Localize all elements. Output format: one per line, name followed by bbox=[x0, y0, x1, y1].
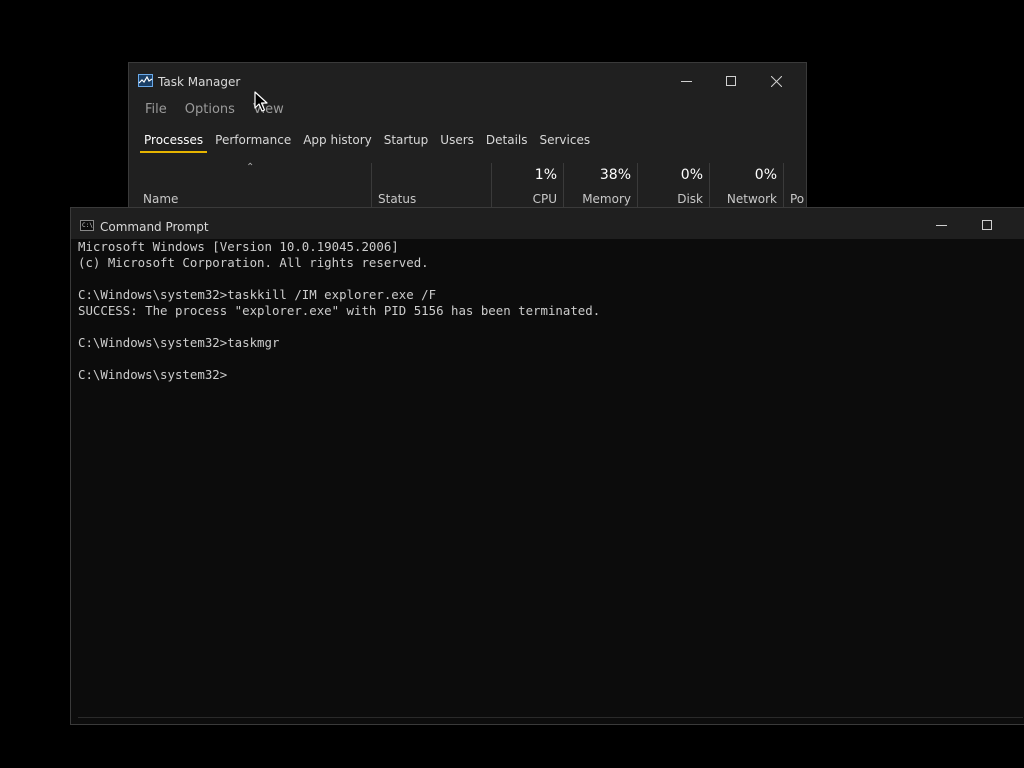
console-line: ​ bbox=[78, 351, 1023, 367]
console-line: ​ bbox=[78, 271, 1023, 287]
task-manager-icon bbox=[138, 74, 153, 87]
mouse-cursor-icon bbox=[254, 91, 268, 112]
window-title: Task Manager bbox=[158, 75, 241, 89]
menu-bar: File Options View bbox=[139, 102, 296, 117]
window-divider bbox=[78, 717, 1023, 718]
command-prompt-titlebar[interactable]: C:\ Command Prompt bbox=[71, 208, 1024, 239]
console-line: Microsoft Windows [Version 10.0.19045.20… bbox=[78, 239, 399, 254]
console-line: (c) Microsoft Corporation. All rights re… bbox=[78, 255, 429, 270]
tab-startup[interactable]: Startup bbox=[380, 133, 433, 151]
close-icon bbox=[770, 75, 782, 87]
column-header-status[interactable]: Status bbox=[371, 163, 491, 209]
console-line: C:\Windows\system32>taskmgr bbox=[78, 335, 280, 350]
column-label: Status bbox=[378, 192, 417, 206]
tab-app-history[interactable]: App history bbox=[299, 133, 376, 151]
disk-percent: 0% bbox=[680, 167, 703, 183]
memory-percent: 38% bbox=[599, 167, 631, 183]
console-line: SUCCESS: The process "explorer.exe" with… bbox=[78, 303, 601, 318]
command-prompt-window[interactable]: C:\ Command Prompt Microsoft Windows [Ve… bbox=[70, 207, 1024, 725]
maximize-icon bbox=[726, 76, 736, 86]
window-title: Command Prompt bbox=[100, 220, 209, 234]
menu-file[interactable]: File bbox=[139, 102, 173, 117]
minimize-button[interactable] bbox=[919, 209, 963, 241]
column-header-name[interactable]: Name bbox=[143, 163, 371, 209]
tab-details[interactable]: Details bbox=[482, 133, 532, 151]
tab-services[interactable]: Services bbox=[536, 133, 595, 151]
console-line: C:\Windows\system32> bbox=[78, 367, 228, 382]
console-output[interactable]: Microsoft Windows [Version 10.0.19045.20… bbox=[78, 239, 1023, 717]
tab-users[interactable]: Users bbox=[436, 133, 478, 151]
column-header-network[interactable]: 0% Network bbox=[709, 163, 783, 209]
column-label: Name bbox=[143, 192, 179, 206]
tab-processes[interactable]: Processes bbox=[140, 133, 208, 153]
column-header-disk[interactable]: 0% Disk bbox=[637, 163, 709, 209]
console-line: C:\Windows\system32>taskkill /IM explore… bbox=[78, 287, 437, 302]
column-header-cpu[interactable]: 1% CPU bbox=[491, 163, 563, 209]
column-label: Memory bbox=[582, 192, 631, 206]
column-header-power[interactable]: Po bbox=[783, 163, 807, 209]
task-manager-window[interactable]: Task Manager File Options View Processes… bbox=[128, 62, 807, 209]
close-button[interactable] bbox=[754, 65, 798, 97]
minimize-icon bbox=[680, 80, 692, 82]
menu-options[interactable]: Options bbox=[179, 102, 241, 117]
network-percent: 0% bbox=[754, 167, 777, 183]
column-label: Network bbox=[726, 192, 777, 206]
tab-performance[interactable]: Performance bbox=[211, 133, 295, 151]
minimize-button[interactable] bbox=[664, 65, 708, 97]
column-header-memory[interactable]: 38% Memory bbox=[563, 163, 637, 209]
column-label: CPU bbox=[532, 192, 557, 206]
maximize-button[interactable] bbox=[965, 209, 1009, 241]
cpu-percent: 1% bbox=[534, 167, 557, 183]
maximize-icon bbox=[982, 220, 992, 230]
minimize-icon bbox=[935, 224, 947, 226]
cmd-icon: C:\ bbox=[80, 220, 94, 231]
task-manager-titlebar[interactable]: Task Manager bbox=[129, 63, 806, 99]
column-label: Po bbox=[790, 192, 805, 206]
column-label: Disk bbox=[677, 192, 703, 206]
tab-bar: Processes Performance App history Startu… bbox=[140, 133, 598, 153]
maximize-button[interactable] bbox=[709, 65, 753, 97]
console-line: ​ bbox=[78, 319, 1023, 335]
